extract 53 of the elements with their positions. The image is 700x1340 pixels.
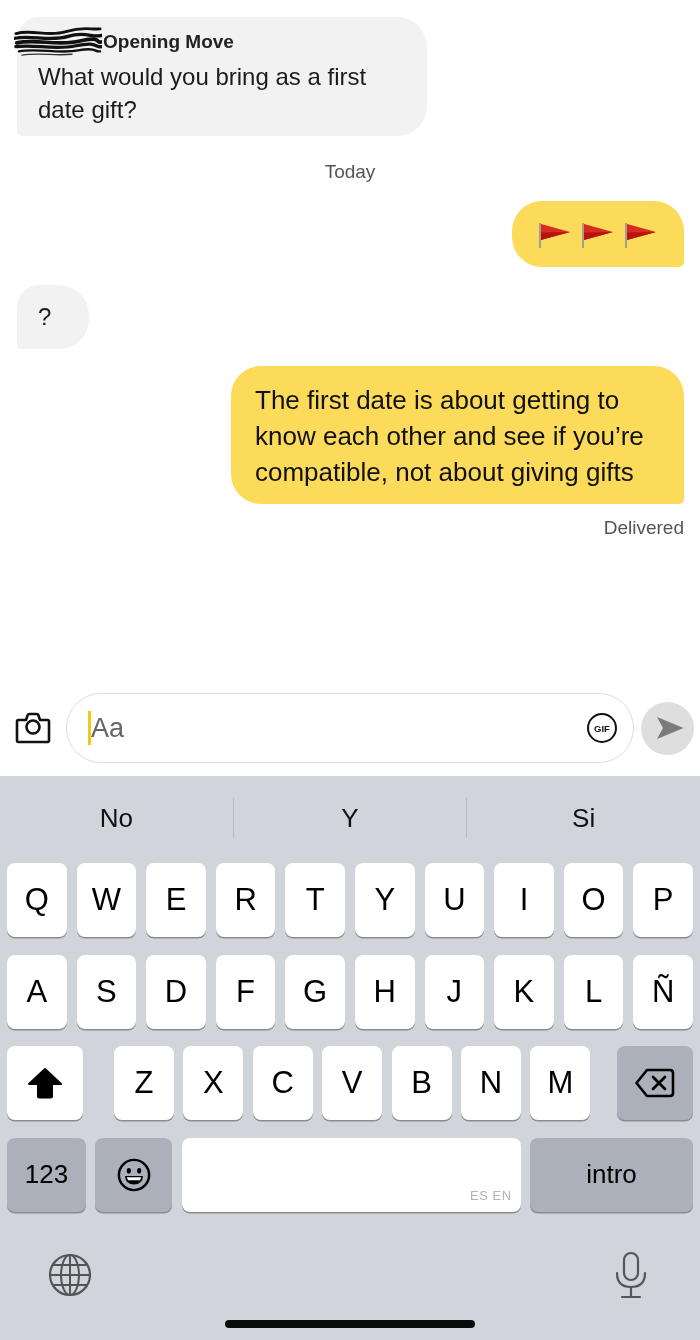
backspace-icon bbox=[635, 1068, 675, 1098]
letter-key[interactable]: X bbox=[183, 1046, 244, 1120]
backspace-key[interactable] bbox=[617, 1046, 693, 1120]
letter-key[interactable]: F bbox=[215, 954, 276, 1029]
letter-key[interactable]: V bbox=[322, 1046, 383, 1120]
letter-key[interactable]: T bbox=[285, 863, 345, 937]
emoji-key[interactable] bbox=[95, 1137, 173, 1212]
message-text: What would you bring as a first date gift? bbox=[38, 62, 368, 125]
send-icon bbox=[654, 715, 685, 741]
letter-key[interactable]: K bbox=[494, 954, 554, 1029]
return-key[interactable]: intro bbox=[530, 1137, 693, 1212]
suggestion-item[interactable]: Y bbox=[341, 802, 359, 834]
letter-key[interactable]: P bbox=[633, 863, 693, 937]
letter-key[interactable]: Z bbox=[114, 1046, 174, 1120]
letter-key[interactable]: O bbox=[563, 863, 624, 937]
message-input[interactable]: Aa GIF bbox=[66, 693, 634, 763]
gif-button[interactable]: GIF bbox=[587, 713, 617, 743]
letter-key[interactable]: U bbox=[424, 863, 485, 937]
date-label: Today bbox=[324, 160, 376, 184]
flag-icon bbox=[537, 221, 571, 249]
letter-key[interactable]: E bbox=[146, 863, 206, 937]
letter-key[interactable]: D bbox=[146, 954, 206, 1029]
flag-icon bbox=[580, 221, 614, 249]
letter-key[interactable]: A bbox=[7, 954, 67, 1029]
letter-key[interactable]: R bbox=[215, 863, 276, 937]
delivery-status: Delivered bbox=[603, 516, 684, 540]
letter-key[interactable]: N bbox=[460, 1046, 521, 1120]
message-text: ? bbox=[38, 302, 52, 332]
letter-key[interactable]: W bbox=[76, 863, 137, 937]
globe-icon[interactable] bbox=[48, 1252, 92, 1297]
prompt-title: Opening Move bbox=[103, 31, 234, 53]
numbers-key[interactable]: 123 bbox=[7, 1137, 86, 1212]
letter-key[interactable]: Q bbox=[7, 863, 67, 937]
letter-key[interactable]: M bbox=[530, 1046, 591, 1120]
flag-icon bbox=[623, 221, 657, 249]
letter-key[interactable]: Ñ bbox=[633, 954, 693, 1029]
shift-arrow-icon bbox=[27, 1067, 63, 1099]
letter-key[interactable]: S bbox=[76, 954, 137, 1029]
suggestion-item[interactable]: No bbox=[99, 802, 133, 834]
smiley-icon bbox=[116, 1157, 151, 1192]
letter-key[interactable]: B bbox=[391, 1046, 452, 1120]
letter-key[interactable]: J bbox=[424, 954, 485, 1029]
shift-key[interactable] bbox=[7, 1046, 83, 1120]
letter-key[interactable]: L bbox=[563, 954, 624, 1029]
microphone-icon[interactable] bbox=[613, 1250, 649, 1299]
camera-icon[interactable] bbox=[14, 712, 52, 744]
suggestion-item[interactable]: Si bbox=[572, 802, 596, 834]
letter-key[interactable]: C bbox=[252, 1046, 313, 1120]
letter-key[interactable]: H bbox=[354, 954, 415, 1029]
letter-key[interactable]: G bbox=[285, 954, 345, 1029]
message-text: The first date is about getting to know each other and see if you’re compatible, not about giving gifts bbox=[255, 384, 645, 489]
letter-key[interactable]: I bbox=[494, 863, 554, 937]
letter-key[interactable]: Y bbox=[354, 863, 415, 937]
